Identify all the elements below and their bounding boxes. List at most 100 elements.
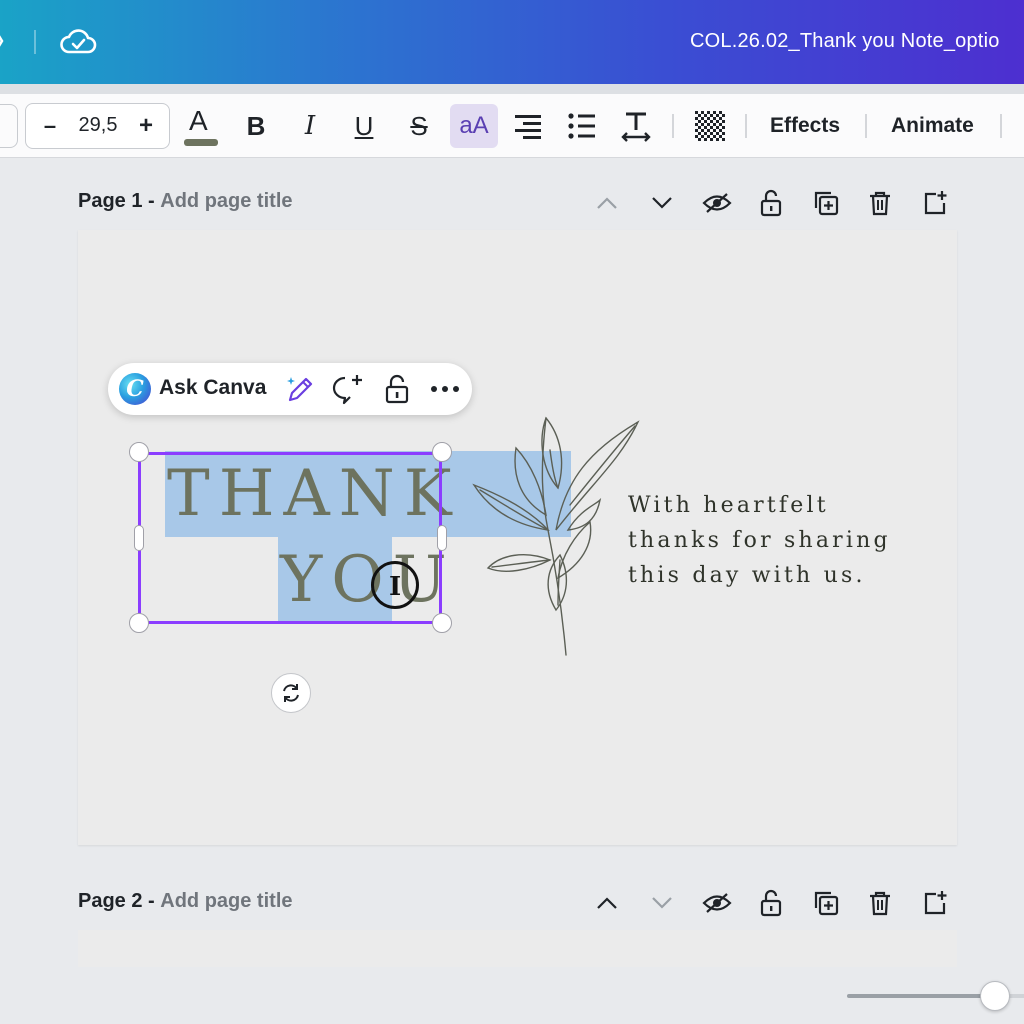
rotate-handle[interactable] [271, 673, 311, 713]
duplicate-icon [814, 891, 839, 916]
italic-button[interactable]: I [288, 104, 332, 148]
message-line: thanks for sharing [628, 528, 891, 553]
page-1-header: Page 1 - Add page title [78, 190, 293, 220]
comment-add-icon [332, 375, 362, 405]
text-cursor-icon: I [389, 572, 402, 602]
chevron-up-icon [597, 897, 617, 909]
toolbar-separator [672, 114, 674, 138]
letter-case-icon: aA [459, 112, 489, 139]
more-options-button[interactable] [427, 371, 463, 407]
increase-font-size-button[interactable]: + [132, 112, 160, 140]
text-color-icon: A [184, 106, 218, 146]
cloud-saved-icon[interactable] [58, 24, 98, 58]
align-right-icon [515, 115, 541, 139]
element-context-menu: C Ask Canva [108, 363, 472, 415]
eye-slash-icon [702, 193, 732, 213]
hide-page-button[interactable] [700, 886, 734, 920]
magic-pencil-icon [287, 377, 313, 402]
magic-write-button[interactable] [282, 371, 318, 407]
add-page-button[interactable] [918, 886, 952, 920]
duplicate-page-button[interactable] [809, 886, 843, 920]
spacing-button[interactable] [614, 104, 658, 148]
message-text[interactable]: With heartfelt thanks for sharing this d… [628, 488, 891, 593]
animate-button[interactable]: Animate [891, 106, 974, 146]
move-page-down-button[interactable] [645, 186, 679, 220]
chevron-up-icon [597, 197, 617, 209]
alignment-button[interactable] [506, 104, 550, 148]
text-toolbar: – 29,5 + A B I U S aA Effects Animate [0, 94, 1024, 158]
document-title[interactable]: COL.26.02_Thank you Note_optio [690, 30, 1000, 53]
effects-button[interactable]: Effects [770, 106, 840, 146]
resize-handle-bottom-left[interactable] [129, 613, 149, 633]
move-page-down-button[interactable] [645, 886, 679, 920]
chevron-down-icon [652, 897, 672, 909]
trash-icon [870, 191, 890, 216]
lock-page-button[interactable] [754, 186, 788, 220]
message-line: this day with us. [628, 563, 866, 588]
rotate-icon [283, 684, 299, 702]
message-line: With heartfelt [628, 493, 829, 518]
leaf-branch-illustration [472, 416, 640, 656]
bulleted-list-icon [568, 113, 595, 139]
decrease-font-size-button[interactable]: – [36, 113, 64, 141]
resize-handle-top-left[interactable] [129, 442, 149, 462]
bold-button[interactable]: B [234, 104, 278, 148]
header-gap [0, 84, 1024, 94]
text-spacing-icon [621, 112, 651, 142]
ask-canva-button[interactable]: Ask Canva [159, 376, 266, 400]
bold-icon: B [246, 111, 266, 141]
header-divider [34, 30, 36, 54]
underline-icon: U [354, 111, 374, 141]
add-page-button[interactable] [918, 186, 952, 220]
add-page-title-input[interactable]: Add page title [160, 890, 292, 912]
page-number-label: Page 2 - [78, 890, 155, 912]
list-button[interactable] [560, 104, 604, 148]
resize-handle-left[interactable] [134, 525, 144, 551]
unlock-icon [385, 374, 409, 404]
move-page-up-button[interactable] [590, 886, 624, 920]
page-1-actions [590, 186, 960, 220]
text-color-swatch [184, 139, 218, 146]
strikethrough-icon: S [410, 111, 428, 141]
toolbar-separator [865, 114, 867, 138]
unlock-icon [760, 889, 782, 917]
add-comment-button[interactable] [330, 371, 366, 407]
add-page-icon [924, 191, 947, 215]
duplicate-page-button[interactable] [809, 186, 843, 220]
delete-page-button[interactable] [863, 186, 897, 220]
duplicate-icon [814, 191, 839, 216]
font-size-input[interactable]: 29,5 [70, 114, 126, 137]
back-chevron-icon[interactable] [0, 28, 4, 54]
underline-button[interactable]: U [342, 104, 386, 148]
eye-slash-icon [702, 893, 732, 913]
resize-handle-top-right[interactable] [432, 442, 452, 462]
lock-element-button[interactable] [379, 371, 415, 407]
transparency-checker-icon [695, 111, 725, 141]
add-page-icon [924, 891, 947, 915]
page-2-actions [590, 886, 960, 920]
transparency-button[interactable] [688, 104, 732, 148]
resize-handle-bottom-right[interactable] [432, 613, 452, 633]
move-page-up-button[interactable] [590, 186, 624, 220]
italic-icon: I [304, 111, 316, 141]
hide-page-button[interactable] [700, 186, 734, 220]
page-2-canvas[interactable] [78, 930, 957, 967]
font-size-stepper[interactable]: – 29,5 + [25, 103, 170, 149]
toolbar-separator [745, 114, 747, 138]
strikethrough-button[interactable]: S [397, 104, 441, 148]
text-color-button[interactable]: A [179, 104, 223, 148]
trash-icon [870, 891, 890, 916]
add-page-title-input[interactable]: Add page title [160, 190, 292, 212]
delete-page-button[interactable] [863, 886, 897, 920]
font-family-dropdown[interactable] [0, 104, 18, 148]
more-dots-icon [431, 386, 459, 392]
top-header: COL.26.02_Thank you Note_optio [0, 0, 1024, 84]
lock-page-button[interactable] [754, 886, 788, 920]
resize-handle-right[interactable] [437, 525, 447, 551]
page-2-header: Page 2 - Add page title [78, 890, 293, 920]
canva-ai-logo-icon[interactable]: C [119, 373, 151, 405]
toolbar-separator [1000, 114, 1002, 138]
page-number-label: Page 1 - [78, 190, 155, 212]
zoom-slider-thumb[interactable] [980, 981, 1010, 1011]
letter-case-button[interactable]: aA [450, 104, 498, 148]
